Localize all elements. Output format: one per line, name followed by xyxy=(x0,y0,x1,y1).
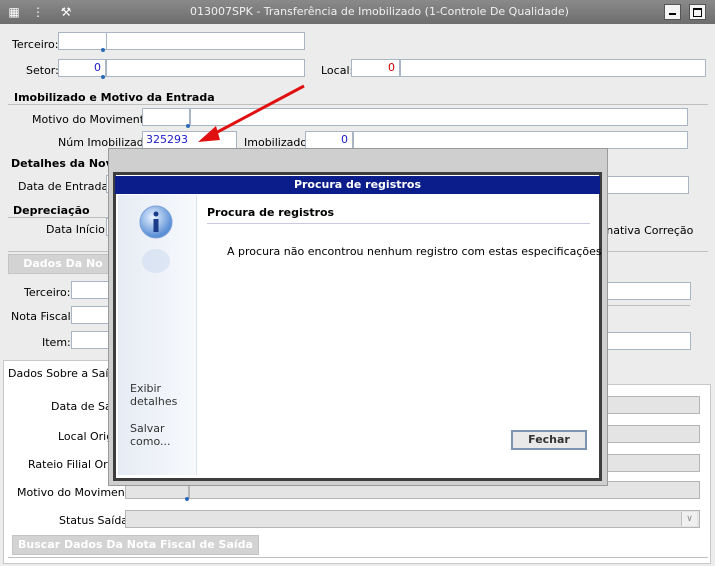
imobilizado-code-input[interactable]: 0 xyxy=(305,131,353,149)
rateio-filial-input[interactable] xyxy=(600,454,700,472)
terceiro-input[interactable] xyxy=(58,32,305,50)
motivo-label: Motivo do Movimento: xyxy=(32,113,155,126)
dialog-title: Procura de registros xyxy=(115,176,600,194)
item-label: Item: xyxy=(42,336,71,349)
data-saida-input[interactable] xyxy=(600,396,700,414)
lookup-dot-icon[interactable] xyxy=(185,497,189,501)
local-desc-input[interactable] xyxy=(400,59,706,77)
dialog-sidebar: Exibir detalhes Salvar como... xyxy=(118,195,197,475)
status-saida-select[interactable]: ∨ xyxy=(125,510,700,528)
wrench-icon[interactable]: ⚒ xyxy=(58,4,74,20)
item-desc-input[interactable] xyxy=(600,332,691,350)
dados-nota-button[interactable]: Dados Da No xyxy=(8,254,118,274)
title-bar: ▦ ⋮ ⚒ 013007SPK - Transferência de Imobi… xyxy=(0,0,715,24)
local-label: Local: xyxy=(321,64,354,77)
inativa-correcao-label[interactable]: Inativa Correção xyxy=(603,224,693,237)
chevron-down-icon[interactable]: ∨ xyxy=(681,512,697,526)
dialog-message: A procura não encontrou nenhum registro … xyxy=(227,245,602,258)
dialog-divider xyxy=(207,223,590,224)
info-icon xyxy=(139,205,173,273)
lookup-dot-icon[interactable] xyxy=(101,75,105,79)
status-saida-label: Status Saída: xyxy=(59,514,132,527)
lookup-dot-icon[interactable] xyxy=(101,48,105,52)
maximize-button[interactable] xyxy=(689,4,706,20)
setor-desc-input[interactable] xyxy=(106,59,305,77)
field-divider xyxy=(106,33,107,49)
dialog-heading: Procura de registros xyxy=(207,206,335,219)
nota-terceiro-label: Terceiro: xyxy=(24,286,71,299)
saida-motivo-label: Motivo do Movimento: xyxy=(17,486,140,499)
record-icon[interactable]: ▦ xyxy=(6,4,22,20)
fechar-button[interactable]: Fechar xyxy=(511,430,587,450)
minimize-button[interactable] xyxy=(664,4,681,20)
nota-fiscal-label: Nota Fiscal: xyxy=(11,310,75,323)
salvar-como-link[interactable]: Salvar como... xyxy=(130,422,190,448)
depreciacao-section-title: Depreciação xyxy=(13,204,90,217)
section-divider xyxy=(600,305,690,306)
tab-dados-saida-label: Dados Sobre a Saída xyxy=(8,367,123,380)
traffic-light-icon[interactable]: ⋮ xyxy=(30,4,46,20)
nota-terceiro-desc-input[interactable] xyxy=(600,282,691,300)
section-divider xyxy=(8,217,108,218)
detalhes-section-title: Detalhes da Nova xyxy=(11,157,121,170)
window-title: 013007SPK - Transferência de Imobilizado… xyxy=(190,5,569,18)
data-inicio-label: Data Início: xyxy=(46,223,109,236)
setor-label: Setor: xyxy=(26,64,59,77)
setor-code-input[interactable]: 0 xyxy=(58,59,106,77)
buscar-nota-saida-button[interactable]: Buscar Dados Da Nota Fiscal de Saída xyxy=(12,535,259,555)
imobilizado-section-title: Imobilizado e Motivo da Entrada xyxy=(14,91,215,104)
terceiro-label: Terceiro: xyxy=(12,38,59,51)
local-code-input[interactable]: 0 xyxy=(351,59,400,77)
local-origem-input[interactable] xyxy=(600,425,700,443)
exibir-detalhes-link[interactable]: Exibir detalhes xyxy=(130,382,190,408)
red-arrow-annotation xyxy=(198,84,305,142)
section-divider xyxy=(8,104,708,105)
detalhes-extra-input[interactable] xyxy=(594,176,689,194)
data-entrada-label: Data de Entrada: xyxy=(18,180,112,193)
imobilizado-desc-input[interactable] xyxy=(353,131,688,149)
motivo-code-input[interactable] xyxy=(142,108,190,126)
tab-dados-saida[interactable]: Dados Sobre a Saída xyxy=(3,360,123,387)
section-divider xyxy=(8,557,708,558)
